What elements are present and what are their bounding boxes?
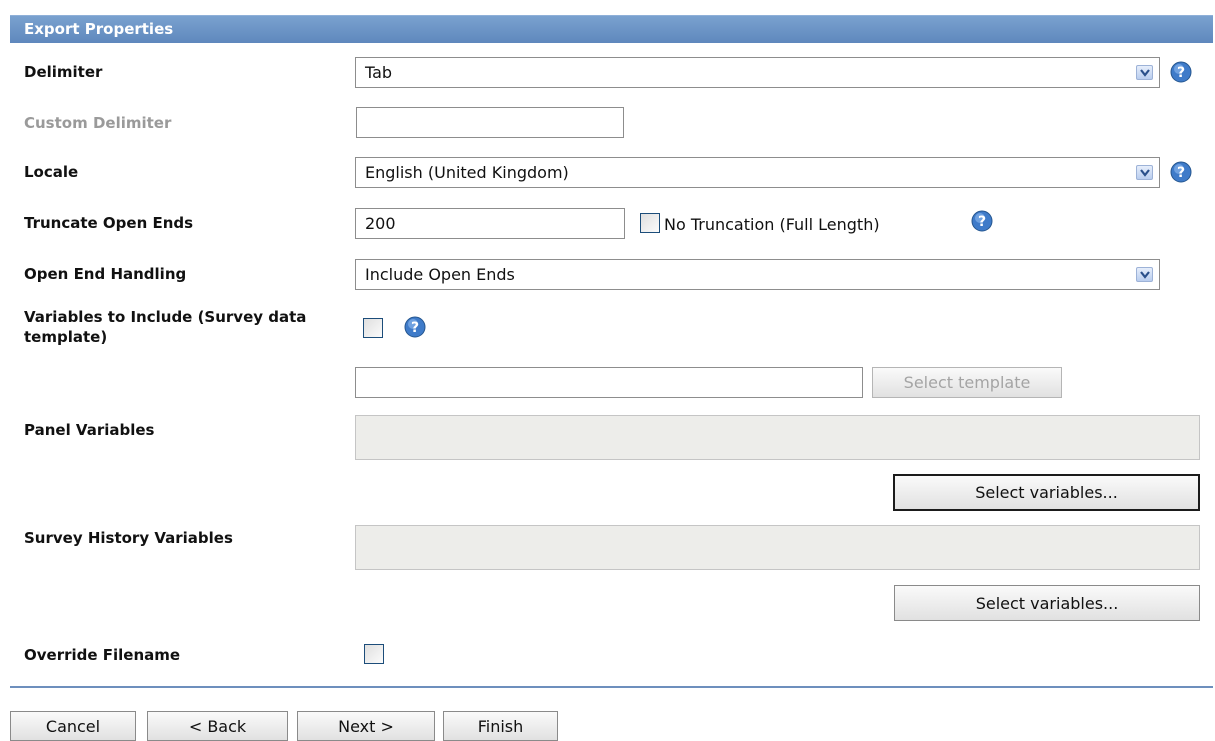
help-icon[interactable]: ?: [1170, 61, 1192, 83]
survey-history-variables-label: Survey History Variables: [24, 529, 233, 547]
panel-select-variables-button[interactable]: Select variables...: [893, 474, 1200, 511]
custom-delimiter-input[interactable]: [356, 107, 624, 138]
open-end-handling-value: Include Open Ends: [365, 265, 515, 284]
override-filename-checkbox[interactable]: [364, 644, 384, 664]
svg-text:?: ?: [978, 214, 986, 230]
help-icon[interactable]: ?: [404, 316, 426, 338]
template-input[interactable]: [355, 367, 863, 398]
svg-text:?: ?: [411, 320, 419, 336]
open-end-handling-label: Open End Handling: [24, 265, 187, 283]
custom-delimiter-label: Custom Delimiter: [24, 114, 172, 132]
no-truncation-label: No Truncation (Full Length): [664, 215, 880, 234]
locale-label: Locale: [24, 163, 79, 181]
svg-text:?: ?: [1177, 65, 1185, 81]
delimiter-label: Delimiter: [24, 63, 103, 81]
chevron-down-icon[interactable]: [1136, 165, 1153, 180]
help-icon[interactable]: ?: [971, 210, 993, 232]
variables-to-include-checkbox[interactable]: [363, 318, 383, 338]
variables-to-include-label: Variables to Include (Survey data templa…: [24, 308, 307, 346]
cancel-button[interactable]: Cancel: [10, 711, 136, 741]
panel-variables-field: [355, 415, 1200, 460]
truncate-input[interactable]: [355, 208, 625, 239]
survey-history-select-variables-button[interactable]: Select variables...: [894, 585, 1200, 621]
svg-text:?: ?: [1177, 165, 1185, 181]
help-icon[interactable]: ?: [1170, 161, 1192, 183]
select-template-button[interactable]: Select template: [872, 367, 1062, 398]
next-button[interactable]: Next >: [297, 711, 435, 741]
open-end-handling-select[interactable]: Include Open Ends: [355, 259, 1160, 290]
chevron-down-icon[interactable]: [1136, 267, 1153, 282]
locale-value: English (United Kingdom): [365, 163, 569, 182]
no-truncation-checkbox[interactable]: [640, 213, 660, 233]
chevron-down-icon[interactable]: [1136, 65, 1153, 80]
delimiter-select[interactable]: Tab: [355, 57, 1160, 88]
override-filename-label: Override Filename: [24, 646, 181, 664]
panel-variables-label: Panel Variables: [24, 421, 155, 439]
truncate-label: Truncate Open Ends: [24, 214, 194, 232]
survey-history-variables-field: [355, 525, 1200, 570]
finish-button[interactable]: Finish: [443, 711, 558, 741]
back-button[interactable]: < Back: [147, 711, 288, 741]
delimiter-value: Tab: [365, 63, 393, 82]
panel-title: Export Properties: [24, 20, 174, 38]
locale-select[interactable]: English (United Kingdom): [355, 157, 1160, 188]
panel-header: Export Properties: [10, 15, 1213, 43]
divider: [10, 686, 1213, 688]
